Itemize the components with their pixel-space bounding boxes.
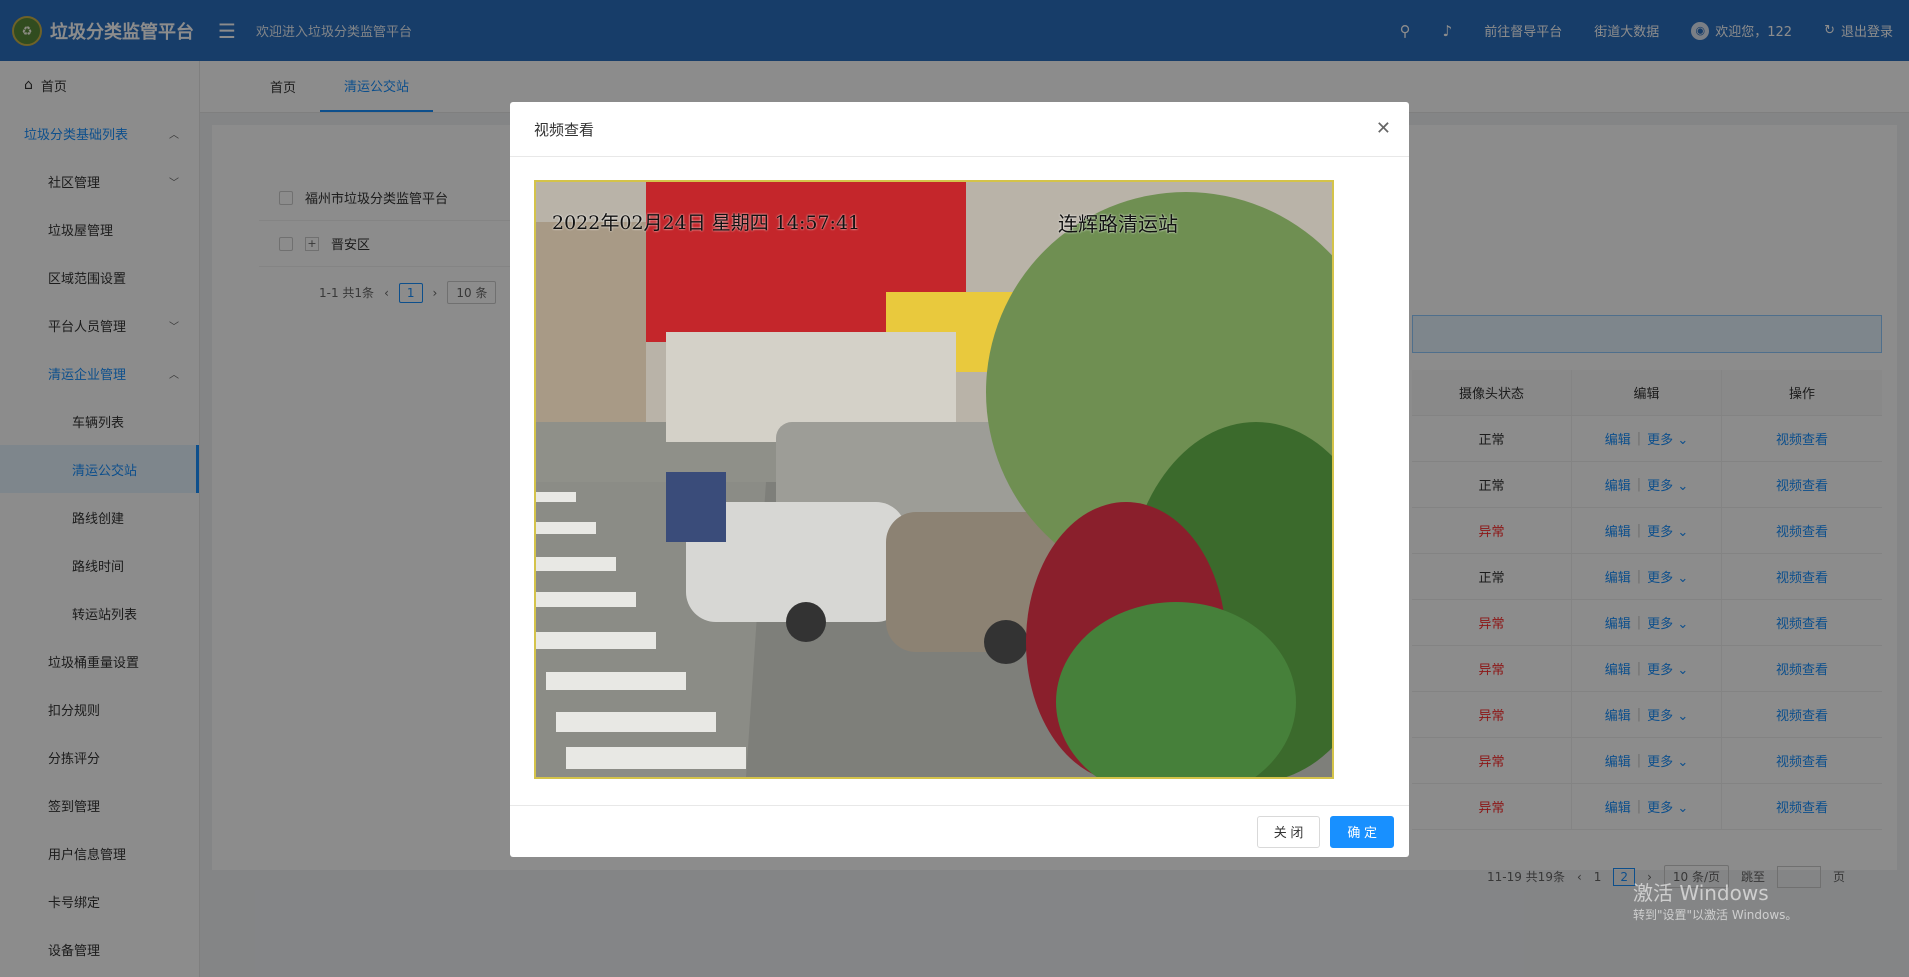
confirm-button[interactable]: 确 定: [1330, 815, 1394, 848]
video-timestamp: 2022年02月24日 星期四 14:57:41: [552, 212, 861, 234]
video-location: 连辉路清运站: [1058, 212, 1178, 236]
windows-activation-watermark: 激活 Windows 转到"设置"以激活 Windows。: [1633, 877, 1797, 923]
watermark-line1: 激活 Windows: [1633, 881, 1769, 905]
video-modal: 视频查看 ✕ 2022年02月24日 星期四 14:57:41 连辉路清运站 关…: [510, 102, 1409, 857]
close-icon[interactable]: ✕: [1376, 118, 1391, 139]
modal-header: 视频查看: [510, 102, 1409, 157]
watermark-line2: 转到"设置"以激活 Windows。: [1633, 908, 1798, 922]
modal-title: 视频查看: [534, 120, 595, 139]
camera-frame: [536, 182, 1332, 777]
close-button[interactable]: 关 闭: [1256, 815, 1321, 848]
video-player[interactable]: 2022年02月24日 星期四 14:57:41 连辉路清运站: [534, 180, 1334, 779]
modal-footer: 关 闭 确 定: [510, 805, 1409, 857]
